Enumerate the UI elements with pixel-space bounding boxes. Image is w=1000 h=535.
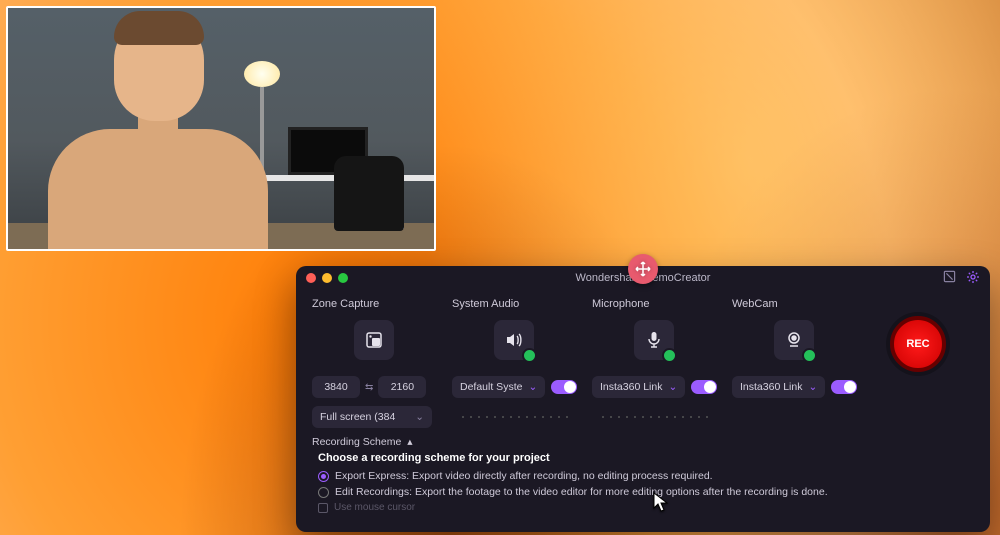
microphone-select[interactable]: Insta360 Link⌄ [592, 376, 685, 398]
fullscreen-select[interactable]: Full screen (384⌄ [312, 406, 432, 428]
webcam-tile[interactable] [774, 320, 814, 360]
chevron-down-icon: ⌄ [668, 381, 677, 393]
height-input[interactable]: 2160 [378, 376, 426, 398]
settings-gear-icon[interactable] [966, 270, 980, 287]
microphone-tile[interactable] [634, 320, 674, 360]
microphone-toggle[interactable] [691, 380, 717, 394]
use-mouse-cursor-checkbox[interactable] [318, 503, 328, 513]
width-input[interactable]: 3840 [312, 376, 360, 398]
use-mouse-cursor-label: Use mouse cursor [334, 502, 415, 513]
presenter-figure [18, 19, 298, 249]
system-audio-toggle[interactable] [551, 380, 577, 394]
caret-up-icon[interactable]: ▴ [407, 436, 412, 448]
chevron-down-icon: ⌄ [415, 411, 424, 423]
microphone-icon [644, 330, 664, 350]
expand-icon[interactable] [943, 270, 956, 286]
system-audio-label: System Audio [452, 298, 519, 310]
zone-capture-label: Zone Capture [312, 298, 379, 310]
chevron-down-icon: ⌄ [528, 381, 537, 393]
chevron-down-icon: ⌄ [808, 381, 817, 393]
record-button[interactable]: REC [890, 316, 946, 372]
speaker-icon [504, 330, 524, 350]
mouse-cursor-icon [653, 492, 669, 519]
edit-recordings-label: Edit Recordings: Export the footage to t… [335, 486, 828, 498]
system-audio-tile[interactable] [494, 320, 534, 360]
system-audio-select[interactable]: Default Syste⌄ [452, 376, 545, 398]
webcam-label: WebCam [732, 298, 778, 310]
crop-screen-icon [364, 330, 384, 350]
export-express-radio[interactable] [318, 471, 329, 482]
webcam-icon [784, 330, 804, 350]
scheme-title: Choose a recording scheme for your proje… [296, 450, 990, 468]
zone-capture-tile[interactable] [354, 320, 394, 360]
record-label: REC [906, 338, 929, 350]
microphone-label: Microphone [592, 298, 649, 310]
system-audio-level[interactable] [459, 415, 569, 419]
democreator-window: Wondershare DemoCreator Zone Capture Sys… [296, 266, 990, 532]
webcam-select[interactable]: Insta360 Link⌄ [732, 376, 825, 398]
edit-recordings-radio[interactable] [318, 487, 329, 498]
microphone-level[interactable] [599, 415, 709, 419]
export-express-label: Export Express: Export video directly af… [335, 470, 713, 482]
webcam-toggle[interactable] [831, 380, 857, 394]
move-handle-icon[interactable] [628, 254, 658, 284]
webcam-overlay [6, 6, 436, 251]
recording-scheme-header[interactable]: Recording Scheme [312, 436, 401, 448]
link-dimensions-icon[interactable]: ⇆ [365, 382, 373, 393]
